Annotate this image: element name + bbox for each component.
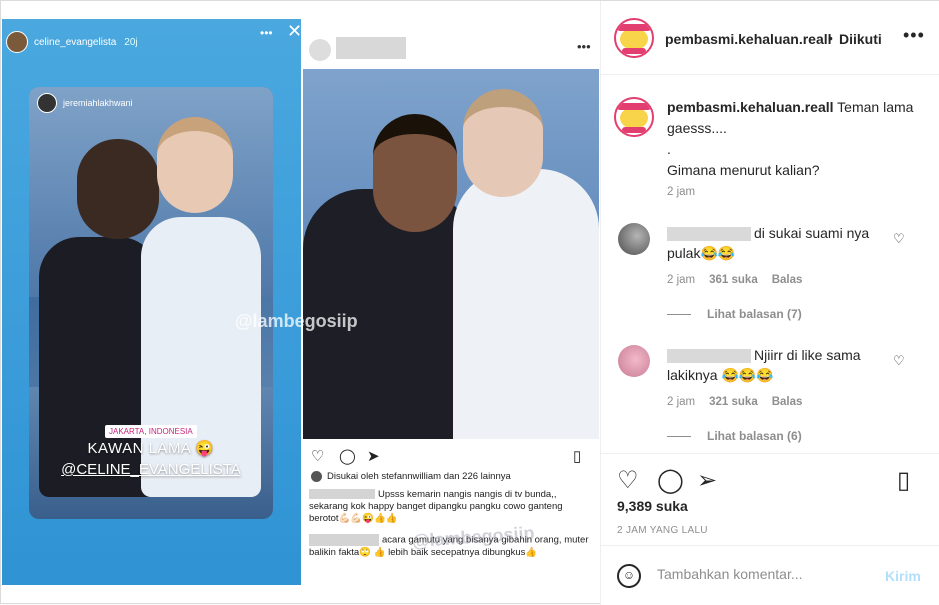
story-person-right-head	[157, 117, 233, 213]
like-comment-icon[interactable]: ♡	[893, 231, 905, 247]
comment-composer: ☺ Kirim	[601, 545, 939, 605]
story-header: celine_evangelista 20j	[2, 27, 301, 57]
comment-1-likes[interactable]: 361 suka	[709, 274, 758, 286]
comment-2: Njiirr di like sama lakiknya 😂😂😂	[667, 345, 899, 385]
emoji-icon[interactable]: ☺	[617, 564, 641, 588]
story-screenshot: celine_evangelista 20j ••• ✕ jeremiahlak…	[2, 19, 303, 585]
blurred-username	[667, 349, 751, 364]
photo-person-right	[453, 169, 599, 439]
caption-time: 2 jam	[667, 186, 696, 198]
blurred-username	[336, 37, 406, 59]
comment-1-reply-button[interactable]: Balas	[772, 274, 803, 286]
post-timestamp: 2 JAM YANG LALU	[617, 525, 708, 536]
embedded-post-actions: ♡ ◯ ➤ ▯	[311, 447, 591, 467]
embedded-post-photo	[303, 69, 599, 439]
caption-avatar[interactable]	[614, 97, 654, 137]
comment-2-meta: 2 jam 321 suka Balas	[667, 396, 816, 408]
like-heart-icon[interactable]: ♡	[617, 466, 639, 495]
commenter-avatar[interactable]	[618, 223, 650, 255]
comment-1: di sukai suami nya pulak😂😂	[667, 223, 899, 263]
post-caption: pembasmi.kehaluan.reall Teman lama gaess…	[667, 97, 927, 181]
photo-person-right-head	[463, 89, 543, 197]
comment-2-likes[interactable]: 321 suka	[709, 396, 758, 408]
account-username[interactable]: pembasmi.kehaluan.reall	[665, 31, 832, 47]
view-replies-1[interactable]: Lihat balasan (7)	[667, 307, 802, 321]
story-caption-mention: @CELINE_EVANGELISTA	[61, 461, 241, 478]
save-bookmark-icon[interactable]: ▯	[897, 466, 910, 495]
post-sidebar: pembasmi.kehaluan.reall • Diikuti ••• pe…	[600, 1, 939, 605]
post-image[interactable]: celine_evangelista 20j ••• ✕ jeremiahlak…	[2, 19, 600, 585]
story-time: 20j	[124, 36, 138, 48]
blurred-username	[309, 489, 375, 500]
watermark: @lambegosiip	[235, 311, 358, 331]
embedded-post-avatar	[309, 39, 331, 61]
share-plane-icon[interactable]: ➢	[697, 466, 717, 495]
header-separator: •	[828, 30, 833, 46]
embedded-post-header: •••	[301, 33, 600, 63]
comment-input[interactable]	[657, 566, 867, 582]
blurred-username	[309, 534, 379, 546]
caption-username[interactable]: pembasmi.kehaluan.reall	[667, 99, 834, 115]
story-username: celine_evangelista	[34, 36, 117, 48]
post-header: pembasmi.kehaluan.reall • Diikuti •••	[601, 1, 939, 75]
story-inner-username: jeremiahlakhwani	[63, 98, 133, 108]
like-count[interactable]: 9,389 suka	[617, 498, 688, 514]
commenter-avatar[interactable]	[618, 345, 650, 377]
embedded-liked-by: Disukai oleh stefannwilliam dan 226 lain…	[311, 471, 511, 482]
blurred-username	[667, 227, 751, 242]
story-photo: jeremiahlakhwani JAKARTA, INDONESIA KAWA…	[29, 87, 273, 519]
story-caption-line1: KAWAN LAMA 😜	[87, 440, 215, 457]
photo-person-left-head	[373, 114, 457, 232]
comment-1-meta: 2 jam 361 suka Balas	[667, 274, 816, 286]
caption-line1: Teman lama	[837, 99, 914, 115]
story-close-icon: ✕	[287, 21, 303, 41]
account-avatar[interactable]	[614, 18, 654, 58]
caption-line2: gaesss....	[667, 120, 727, 136]
caption-line3: .	[667, 141, 671, 157]
post-comment-button[interactable]: Kirim	[885, 568, 921, 584]
more-options-icon[interactable]: •••	[903, 25, 925, 46]
comment-icon: ◯	[339, 448, 356, 465]
comment-1-time: 2 jam	[667, 274, 696, 286]
like-comment-icon[interactable]: ♡	[893, 353, 905, 369]
story-memoji-sticker	[77, 139, 159, 239]
liked-by-text: Disukai oleh stefannwilliam dan 226 lain…	[327, 471, 511, 482]
liked-by-avatar	[311, 471, 322, 482]
embedded-more-icon: •••	[577, 39, 591, 54]
view-replies-2[interactable]: Lihat balasan (6)	[667, 429, 802, 443]
share-icon: ➤	[367, 448, 380, 465]
comment-2-reply-button[interactable]: Balas	[772, 396, 803, 408]
bookmark-icon: ▯	[573, 448, 582, 465]
caption-line4: Gimana menurut kalian?	[667, 162, 820, 178]
location-sticker: JAKARTA, INDONESIA	[105, 425, 197, 438]
story-inner-user: jeremiahlakhwani	[37, 93, 133, 113]
following-button[interactable]: Diikuti	[839, 31, 882, 47]
embedded-comment-1: Upsss kemarin nangis nangis di tv bunda,…	[309, 489, 593, 525]
account-logo	[617, 24, 651, 54]
story-inner-avatar	[37, 93, 57, 113]
story-more-icon: •••	[260, 26, 273, 40]
story-avatar	[6, 31, 28, 53]
comment-2-time: 2 jam	[667, 396, 696, 408]
heart-icon: ♡	[311, 448, 325, 465]
post-dialog: celine_evangelista 20j ••• ✕ jeremiahlak…	[0, 0, 939, 605]
comment-bubble-icon[interactable]: ◯	[657, 466, 684, 495]
account-logo	[617, 103, 651, 133]
embedded-post-screenshot: ••• ♡ ◯ ➤ ▯ Disukai oleh stefannwilliam …	[301, 19, 600, 585]
